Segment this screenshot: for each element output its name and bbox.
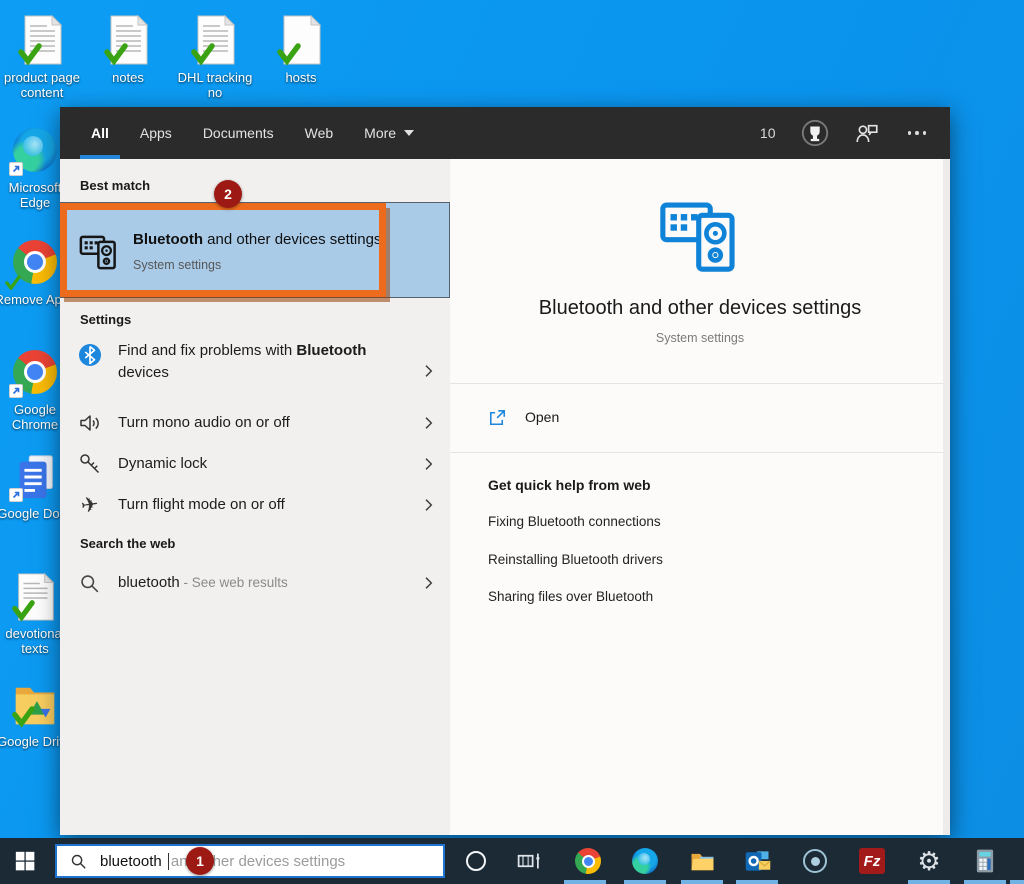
text-document-icon [191,14,239,66]
result-label: Turn mono audio on or off [118,412,394,434]
open-action[interactable]: Open [488,399,559,435]
result-web-bluetooth[interactable]: bluetooth - See web results [60,563,450,603]
rewards-trophy-icon[interactable] [800,118,830,148]
shortcut-arrow-icon [9,384,23,398]
open-app-indicator [1010,880,1024,884]
result-flight-mode[interactable]: ✈ Turn flight mode on or off [60,485,450,525]
chevron-right-icon [420,575,437,592]
tab-more-label: More [364,125,396,141]
outlook-icon[interactable] [744,847,772,875]
start-button[interactable] [14,850,36,872]
preview-subtitle: System settings [450,331,950,345]
chevron-down-icon [404,130,414,136]
speaker-icon [77,411,102,436]
result-label: Dynamic lock [118,453,394,475]
bluetooth-icon [77,342,102,367]
desktop-icon-notes[interactable]: notes [86,14,170,85]
result-dynamic-lock[interactable]: Dynamic lock [60,444,450,484]
desktop-icon-label: notes [86,70,170,85]
settings-section-label: Settings [80,312,131,327]
tab-all[interactable]: All [80,107,120,159]
tab-documents[interactable]: Documents [192,107,285,159]
chevron-right-icon [420,363,437,380]
desktop-icon-product-page-content[interactable]: product page content [0,14,84,100]
result-label: bluetooth - See web results [118,572,394,594]
task-view-icon[interactable] [516,847,544,875]
feedback-user-icon[interactable] [854,120,880,146]
open-app-indicator [908,880,950,884]
quick-help-heading: Get quick help from web [488,477,651,493]
tab-apps[interactable]: Apps [129,107,183,159]
shortcut-arrow-icon [9,162,23,176]
tab-web-label: Web [305,125,334,141]
text-document-icon [104,14,152,66]
filezilla-icon[interactable]: Fz [858,847,886,875]
text-document-icon [18,14,66,66]
open-app-indicator [564,880,606,884]
desktop-icon-label: DHL tracking no [173,70,257,100]
result-mono-audio[interactable]: Turn mono audio on or off [60,403,450,443]
chevron-right-icon [420,497,437,514]
shortcut-arrow-icon [9,488,23,502]
divider [450,452,943,453]
airplane-icon: ✈ [77,493,102,518]
preview-title: Bluetooth and other devices settings [450,297,950,320]
search-web-section-label: Search the web [80,536,175,551]
best-match-section-label: Best match [80,178,150,193]
text-document-icon [11,572,59,622]
open-label: Open [525,409,559,425]
chrome-icon[interactable] [574,847,602,875]
taskbar-search-box[interactable]: bluetooth and other devices settings [55,844,445,878]
more-options-icon[interactable] [904,127,931,139]
help-link-reinstalling-drivers[interactable]: Reinstalling Bluetooth drivers [488,552,663,567]
desktop-icon-dhl-tracking[interactable]: DHL tracking no [173,14,257,100]
search-preview-pane: Bluetooth and other devices settings Sys… [450,159,950,835]
calculator-icon[interactable] [971,847,999,875]
devices-icon-large [653,191,747,273]
desktop-icon-label: hosts [259,70,343,85]
record-app-icon[interactable] [801,847,829,875]
chevron-right-icon [420,456,437,473]
tab-documents-label: Documents [203,125,274,141]
open-app-indicator [736,880,778,884]
open-app-indicator [624,880,666,884]
help-link-sharing-files[interactable]: Sharing files over Bluetooth [488,589,653,604]
tab-apps-label: Apps [140,125,172,141]
chevron-right-icon [420,415,437,432]
result-label: Find and fix problems with Bluetooth dev… [118,340,394,384]
help-link-fixing-connections[interactable]: Fixing Bluetooth connections [488,514,661,529]
rewards-points-count: 10 [760,125,776,141]
sync-check-icon [5,274,21,290]
settings-gear-icon[interactable]: ⚙ [915,847,943,875]
search-input-value: bluetooth [100,853,166,870]
divider [450,383,943,384]
key-icon [77,452,102,477]
open-app-indicator [681,880,723,884]
annotation-step-2-badge: 2 [214,180,242,208]
text-document-icon [277,14,325,66]
cortana-icon[interactable] [466,851,486,871]
scrollbar[interactable] [943,159,950,835]
result-label: Turn flight mode on or off [118,494,394,516]
search-icon [77,571,102,596]
desktop-icon-hosts[interactable]: hosts [259,14,343,85]
open-external-icon [488,408,507,427]
annotation-step-1-badge: 1 [186,847,214,875]
text-cursor [168,853,169,870]
tab-more[interactable]: More [353,107,425,159]
desktop-icon-label: product page content [0,70,84,100]
open-app-indicator [964,880,1006,884]
taskbar: bluetooth and other devices settings Fz … [0,838,1024,884]
search-icon [70,853,87,870]
google-drive-folder-icon [11,680,59,730]
tab-all-label: All [91,125,109,141]
edge-icon[interactable] [631,847,659,875]
annotation-highlight-box [60,203,386,297]
search-filter-bar: All Apps Documents Web More 10 [60,107,950,159]
file-explorer-icon[interactable] [688,847,716,875]
tab-web[interactable]: Web [294,107,345,159]
windows-desktop: { "desktop": { "top_icons": [ { "label":… [0,0,1024,884]
result-find-fix-bluetooth[interactable]: Find and fix problems with Bluetooth dev… [60,340,450,402]
